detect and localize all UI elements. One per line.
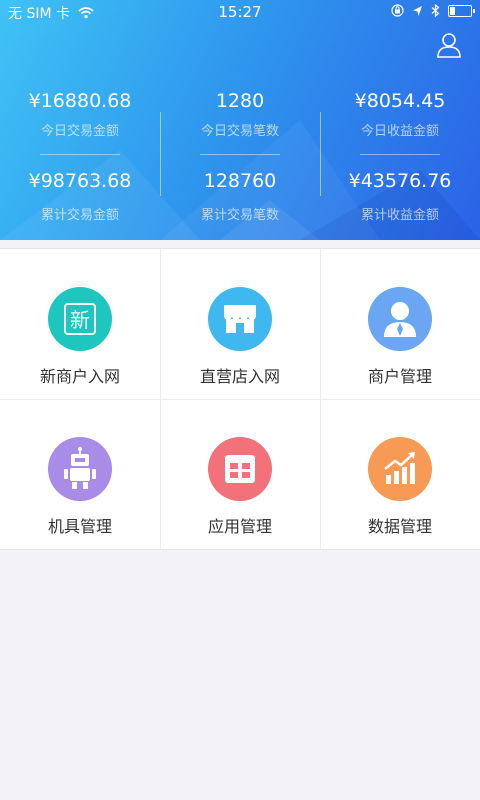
stat-separator xyxy=(200,154,280,155)
total-revenue-label: 累计收益金额 xyxy=(360,208,439,223)
menu-label: 商户管理 xyxy=(367,367,432,386)
menu-merchant-management[interactable]: 商户管理 xyxy=(320,249,480,399)
merchant-person-glyph xyxy=(384,302,416,337)
location-arrow-icon xyxy=(413,5,422,16)
total-amount-value: ¥98763.68 xyxy=(28,170,132,192)
chart-trend-icon xyxy=(368,437,432,501)
stat-separator xyxy=(360,154,440,155)
chart-trend-glyph xyxy=(384,452,415,484)
menu-label: 新商户入网 xyxy=(39,367,120,386)
battery-fill xyxy=(450,6,455,15)
new-merchant-glyph: 新 xyxy=(64,303,96,335)
today-count-label: 今日交易笔数 xyxy=(200,124,279,139)
menu-label: 直营店入网 xyxy=(199,367,280,386)
today-revenue-value: ¥8054.45 xyxy=(354,90,446,112)
menu-grid: 新 新商户入网 直营店入网 商户管理 机具管理 应用管理 数据管理 xyxy=(0,248,480,550)
today-amount-label: 今日交易金额 xyxy=(40,124,119,139)
menu-label: 应用管理 xyxy=(207,517,272,536)
user-icon[interactable] xyxy=(436,32,462,58)
menu-label: 数据管理 xyxy=(367,517,432,536)
stats-panel: ¥16880.68 今日交易金额 ¥98763.68 累计交易金额 1280 今… xyxy=(0,80,480,230)
orientation-lock-icon xyxy=(391,4,404,17)
today-amount-value: ¥16880.68 xyxy=(28,90,132,112)
menu-new-merchant[interactable]: 新 新商户入网 xyxy=(0,249,160,399)
total-amount-label: 累计交易金额 xyxy=(40,208,119,223)
status-bar: 无 SIM 卡 15:27 xyxy=(0,0,480,24)
stat-column-amount: ¥16880.68 今日交易金额 ¥98763.68 累计交易金额 xyxy=(0,80,160,230)
stat-column-count: 1280 今日交易笔数 128760 累计交易笔数 xyxy=(160,80,320,230)
bluetooth-icon xyxy=(431,4,440,17)
today-count-value: 1280 xyxy=(215,90,265,112)
new-merchant-icon: 新 xyxy=(48,287,112,351)
merchant-person-icon xyxy=(368,287,432,351)
menu-direct-store[interactable]: 直营店入网 xyxy=(160,249,320,399)
total-count-label: 累计交易笔数 xyxy=(200,208,279,223)
menu-device-management[interactable]: 机具管理 xyxy=(0,399,160,549)
app-grid-glyph xyxy=(225,455,255,483)
today-revenue-label: 今日收益金额 xyxy=(360,124,439,139)
new-merchant-icon-text: 新 xyxy=(70,308,90,332)
battery-icon xyxy=(448,4,475,17)
menu-app-management[interactable]: 应用管理 xyxy=(160,399,320,549)
app-grid-icon xyxy=(208,437,272,501)
header-banner: 无 SIM 卡 15:27 ¥16880.68 今日交易金额 ¥98763.68… xyxy=(0,0,480,240)
stat-column-revenue: ¥8054.45 今日收益金额 ¥43576.76 累计收益金额 xyxy=(320,80,480,230)
store-icon xyxy=(208,287,272,351)
total-revenue-value: ¥43576.76 xyxy=(348,170,452,192)
stat-separator xyxy=(40,154,120,155)
robot-icon xyxy=(48,437,112,501)
menu-label: 机具管理 xyxy=(47,517,112,536)
menu-data-management[interactable]: 数据管理 xyxy=(320,399,480,549)
status-right-icons xyxy=(391,4,475,17)
robot-glyph xyxy=(64,447,96,489)
total-count-value: 128760 xyxy=(203,170,277,192)
store-glyph xyxy=(224,305,256,333)
